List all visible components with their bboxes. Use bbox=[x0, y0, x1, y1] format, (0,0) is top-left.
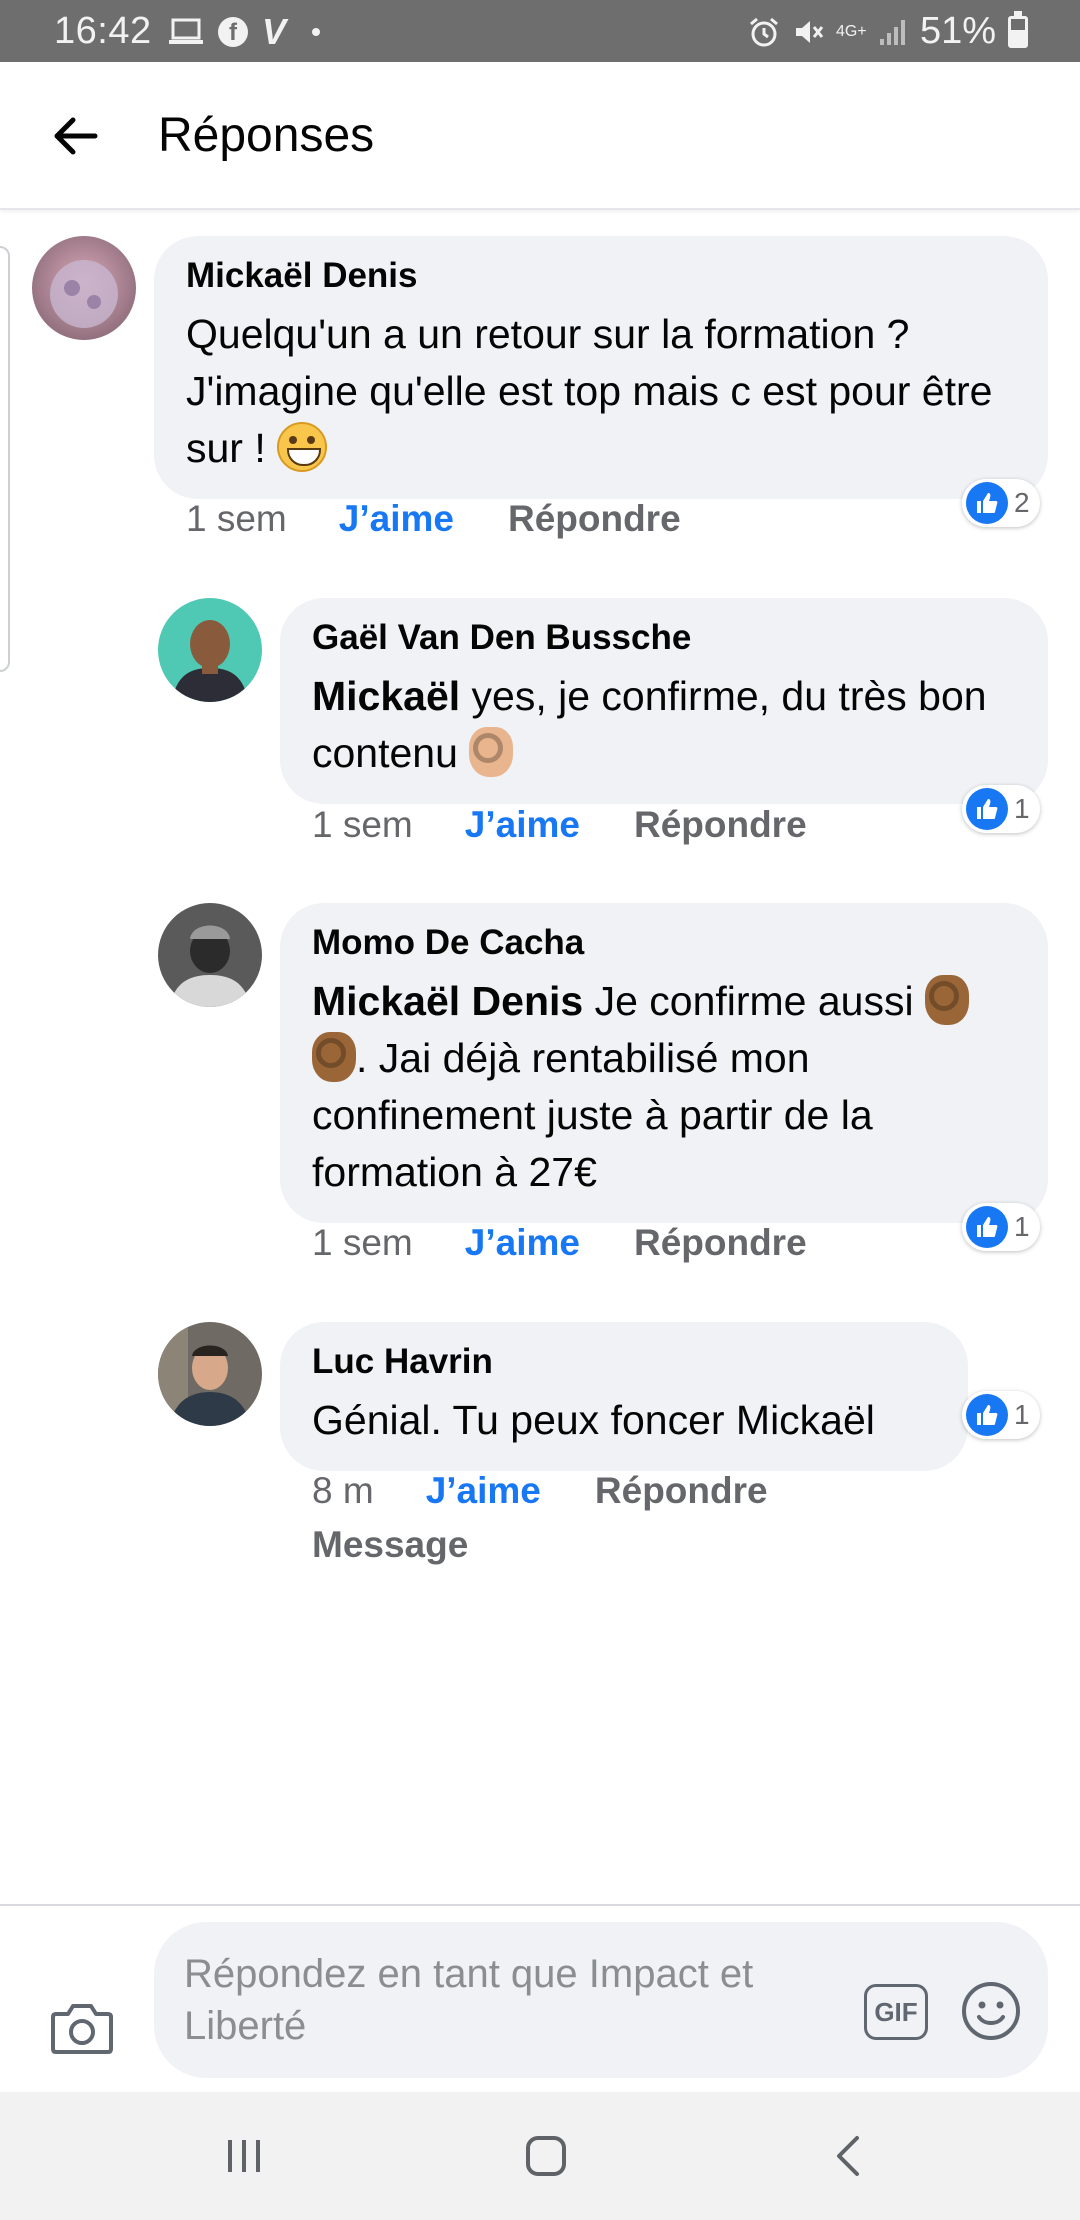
home-icon bbox=[526, 2136, 566, 2176]
message-button[interactable]: Message bbox=[312, 1524, 468, 1566]
dot-icon bbox=[312, 28, 321, 36]
comment-author[interactable]: Gaël Van Den Bussche bbox=[312, 618, 1016, 658]
comment-timestamp[interactable]: 1 sem bbox=[312, 804, 413, 846]
ok-hand-emoji bbox=[312, 1032, 356, 1082]
avatar[interactable] bbox=[158, 598, 262, 702]
smiley-icon bbox=[962, 1982, 1020, 2040]
comment-actions: 8 m J’aime Répondre bbox=[312, 1470, 768, 1512]
system-icons: 4G+ 51% bbox=[748, 10, 1028, 53]
reaction-count[interactable]: 1 bbox=[962, 1203, 1040, 1251]
like-button[interactable]: J’aime bbox=[465, 804, 580, 846]
mute-icon bbox=[795, 20, 824, 43]
laptop-icon bbox=[169, 18, 203, 44]
reaction-number: 1 bbox=[1014, 1399, 1030, 1430]
alarm-icon bbox=[749, 17, 778, 46]
comment-timestamp[interactable]: 8 m bbox=[312, 1470, 374, 1512]
recent-apps-icon bbox=[228, 2140, 260, 2172]
avatar[interactable] bbox=[158, 903, 262, 1007]
comment-actions: 1 sem J’aime Répondre bbox=[312, 804, 807, 846]
comment-author[interactable]: Luc Havrin bbox=[312, 1342, 936, 1382]
comment-text: Mickaël Denis Je confirme aussi . Jai dé… bbox=[312, 973, 1016, 1201]
reaction-count[interactable]: 1 bbox=[962, 1391, 1040, 1439]
reply-input[interactable]: Répondez en tant que Impact et Liberté G… bbox=[154, 1922, 1048, 2078]
ok-hand-emoji bbox=[469, 727, 514, 777]
reaction-count[interactable]: 2 bbox=[962, 479, 1040, 527]
mention-link[interactable]: Mickaël bbox=[312, 673, 460, 719]
battery-percent: 51% bbox=[919, 10, 996, 52]
status-time: 16:42 bbox=[54, 10, 152, 52]
comment-bubble[interactable]: Luc Havrin Génial. Tu peux foncer Mickaë… bbox=[280, 1322, 968, 1471]
back-nav-button[interactable] bbox=[808, 2126, 888, 2186]
mention-link[interactable]: Mickaël Denis bbox=[312, 978, 583, 1024]
reply-button[interactable]: Répondre bbox=[634, 804, 807, 846]
app-header: Réponses bbox=[0, 62, 1080, 210]
comment-bubble[interactable]: Gaël Van Den Bussche Mickaël yes, je con… bbox=[280, 598, 1048, 804]
like-button[interactable]: J’aime bbox=[339, 498, 454, 540]
grinning-face-emoji bbox=[277, 422, 328, 472]
thumbs-up-icon bbox=[966, 1206, 1008, 1248]
signal-icon bbox=[879, 19, 905, 45]
ok-hand-emoji bbox=[924, 975, 969, 1025]
network-4g-icon: 4G+ bbox=[835, 22, 867, 40]
reply-composer: Répondez en tant que Impact et Liberté G… bbox=[0, 1904, 1080, 2092]
emoji-button[interactable] bbox=[960, 1980, 1022, 2042]
system-nav-bar bbox=[0, 2092, 1080, 2220]
recent-apps-button[interactable] bbox=[204, 2126, 284, 2186]
home-button[interactable] bbox=[506, 2126, 586, 2186]
avatar[interactable] bbox=[32, 236, 136, 340]
avatar[interactable] bbox=[158, 1322, 262, 1426]
comment-author[interactable]: Momo De Cacha bbox=[312, 923, 1016, 963]
back-button[interactable] bbox=[40, 106, 110, 166]
page-title: Réponses bbox=[158, 109, 375, 162]
reaction-number: 2 bbox=[1014, 487, 1030, 518]
comment-actions: 1 sem J’aime Répondre bbox=[186, 498, 681, 540]
status-bar: 16:42 f V 4G+ 51% bbox=[0, 0, 1080, 62]
thumbs-up-icon bbox=[966, 788, 1008, 830]
reply-button[interactable]: Répondre bbox=[595, 1470, 768, 1512]
comment-text: Génial. Tu peux foncer Mickaël bbox=[312, 1397, 875, 1443]
camera-icon bbox=[51, 2004, 113, 2054]
thumbs-up-icon bbox=[966, 1394, 1008, 1436]
arrow-left-icon bbox=[54, 117, 98, 155]
reaction-number: 1 bbox=[1014, 793, 1030, 824]
comment-timestamp[interactable]: 1 sem bbox=[186, 498, 287, 540]
comment-timestamp[interactable]: 1 sem bbox=[312, 1222, 413, 1264]
like-button[interactable]: J’aime bbox=[465, 1222, 580, 1264]
thumbs-up-icon bbox=[966, 482, 1008, 524]
reaction-number: 1 bbox=[1014, 1211, 1030, 1242]
vimeo-icon: V bbox=[262, 11, 287, 52]
comment-author[interactable]: Mickaël Denis bbox=[186, 256, 1016, 296]
comment-actions: 1 sem J’aime Répondre bbox=[312, 1222, 807, 1264]
reaction-count[interactable]: 1 bbox=[962, 785, 1040, 833]
parent-thread-edge bbox=[0, 246, 10, 672]
like-button[interactable]: J’aime bbox=[426, 1470, 541, 1512]
comment-text: Quelqu'un a un retour sur la formation ?… bbox=[186, 311, 993, 472]
back-icon bbox=[837, 2136, 859, 2176]
facebook-icon: f bbox=[218, 17, 248, 47]
reply-button[interactable]: Répondre bbox=[634, 1222, 807, 1264]
reply-placeholder: Répondez en tant que Impact et Liberté bbox=[184, 1952, 754, 2048]
reply-button[interactable]: Répondre bbox=[508, 498, 681, 540]
notification-icons: f V bbox=[168, 11, 321, 52]
gif-button[interactable]: GIF bbox=[864, 1984, 928, 2040]
camera-button[interactable] bbox=[50, 2000, 120, 2060]
comment-bubble[interactable]: Mickaël Denis Quelqu'un a un retour sur … bbox=[154, 236, 1048, 499]
comment-bubble[interactable]: Momo De Cacha Mickaël Denis Je confirme … bbox=[280, 903, 1048, 1223]
battery-icon bbox=[1008, 10, 1028, 48]
comment-text: Mickaël yes, je confirme, du très bon co… bbox=[312, 673, 987, 777]
